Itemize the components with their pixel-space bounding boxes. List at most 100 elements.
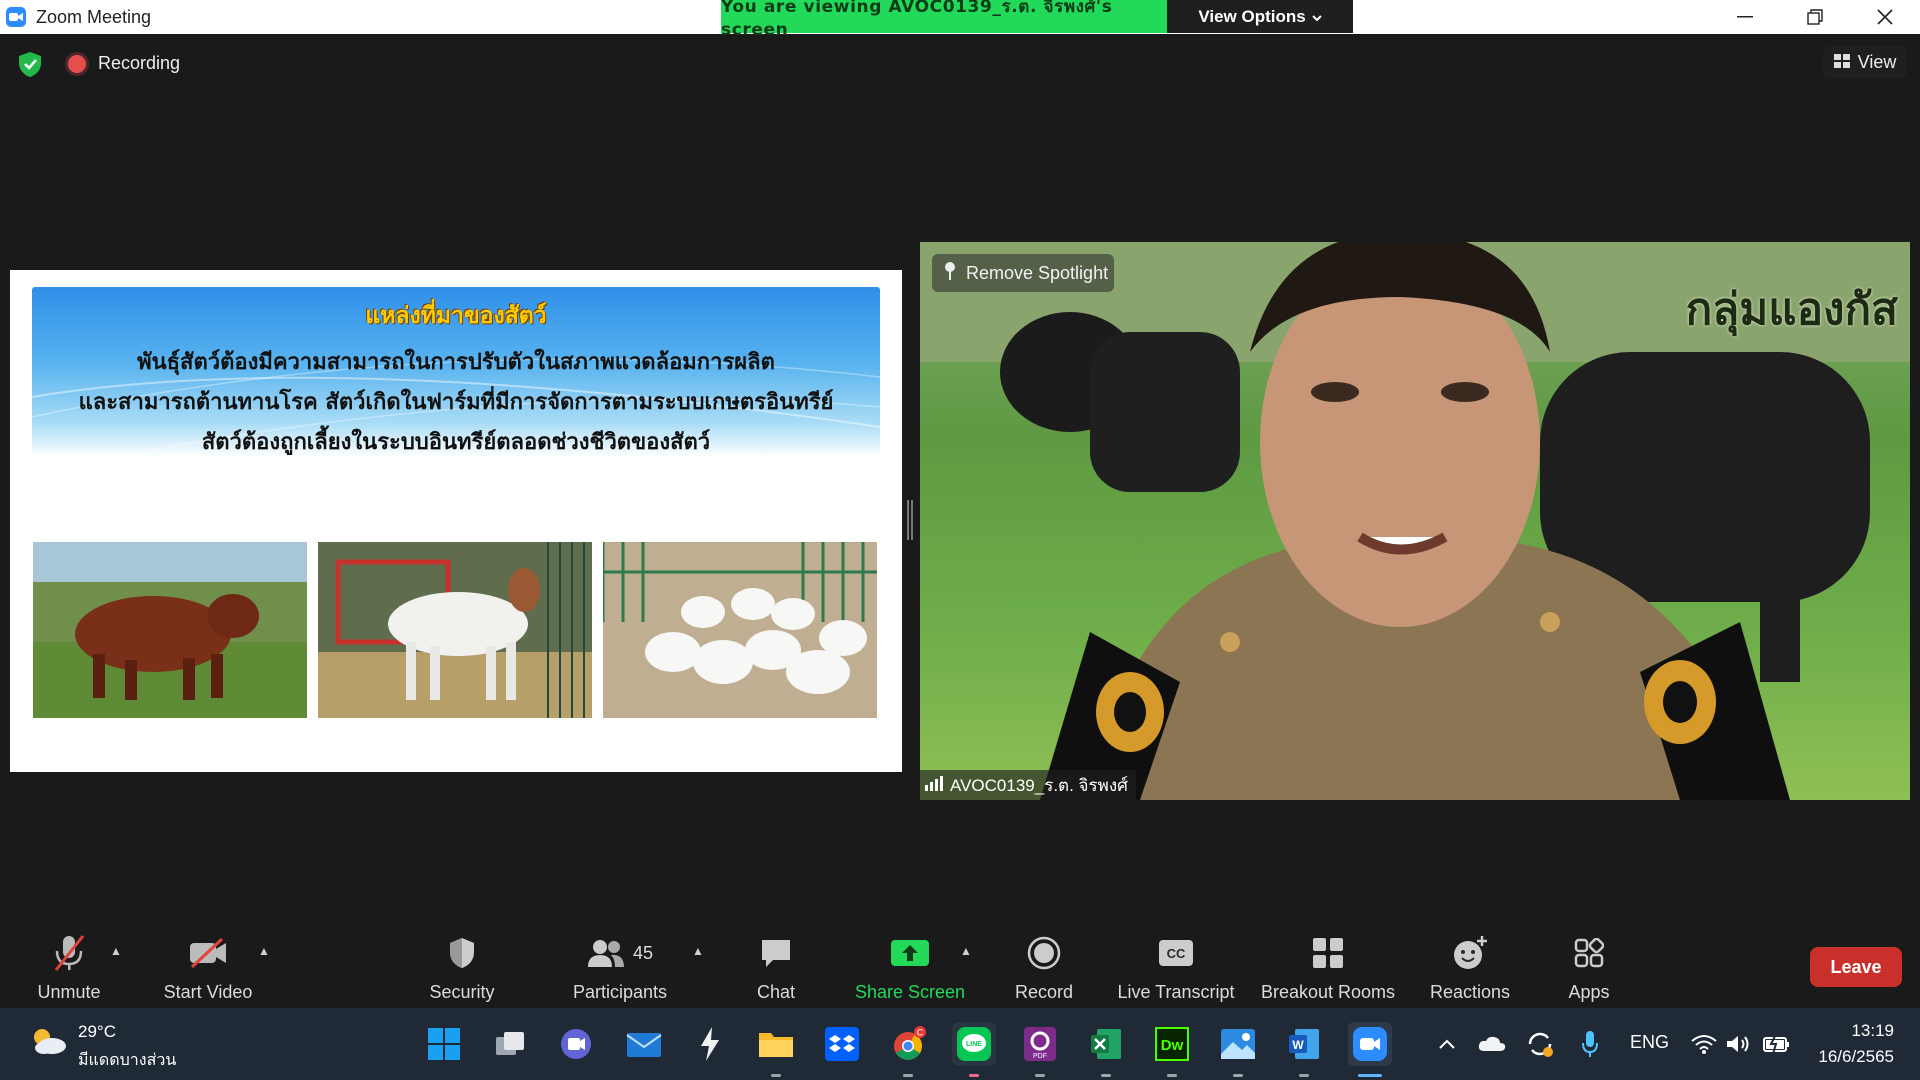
excel-icon[interactable] xyxy=(1084,1022,1128,1066)
running-indicator xyxy=(1035,1074,1045,1077)
close-icon xyxy=(1877,9,1893,25)
record-icon xyxy=(1027,932,1061,974)
view-label: View xyxy=(1857,51,1897,72)
goat-photo xyxy=(318,542,592,718)
unmute-button[interactable]: Unmute xyxy=(22,920,116,1008)
share-screen-icon xyxy=(890,932,930,974)
closed-caption-icon: CC xyxy=(1158,932,1194,974)
zoom-app-icon xyxy=(6,7,26,27)
pin-icon xyxy=(942,261,958,286)
chrome-badge: C xyxy=(917,1028,924,1038)
clock-time[interactable]: 13:19 xyxy=(1851,1021,1894,1041)
wifi-icon[interactable] xyxy=(1684,1022,1724,1066)
chevron-down-icon xyxy=(1311,7,1322,27)
chat-label: Chat xyxy=(756,982,796,1002)
sync-icon[interactable] xyxy=(1520,1022,1560,1066)
live-transcript-label: Live Transcript xyxy=(1117,982,1235,1002)
slide-text-line: และสามารถต้านทานโรค สัตว์เกิดในฟาร์มที่ม… xyxy=(78,389,834,415)
teams-chat-icon[interactable] xyxy=(554,1022,598,1066)
volume-icon[interactable] xyxy=(1720,1022,1756,1066)
minimize-icon xyxy=(1737,16,1753,18)
view-options-button[interactable]: View Options xyxy=(1167,0,1353,33)
weather-description[interactable]: มีแดดบางส่วน xyxy=(78,1048,176,1073)
security-shield-icon xyxy=(447,932,477,974)
mail-icon[interactable] xyxy=(622,1022,666,1066)
word-icon[interactable]: W xyxy=(1282,1022,1326,1066)
slide-text-line: สัตว์ต้องถูกเลี้ยงในระบบอินทรีย์ตลอดช่วง… xyxy=(201,429,711,455)
ducks-photo xyxy=(603,542,877,718)
photos-icon[interactable] xyxy=(1216,1022,1260,1066)
breakout-rooms-button[interactable]: Breakout Rooms xyxy=(1258,920,1398,1008)
participants-options-caret-icon[interactable]: ▲ xyxy=(692,944,704,958)
chevron-up-icon[interactable] xyxy=(1425,1022,1469,1066)
share-screen-button[interactable]: Share Screen xyxy=(852,920,968,1008)
chrome-icon[interactable]: C xyxy=(886,1022,930,1066)
running-indicator xyxy=(771,1074,781,1077)
svg-text:CC: CC xyxy=(1167,946,1186,961)
partly-sunny-icon[interactable] xyxy=(28,1026,68,1056)
reactions-smiley-icon xyxy=(1452,932,1488,974)
video-options-caret-icon[interactable]: ▲ xyxy=(258,944,270,958)
encryption-shield-icon[interactable] xyxy=(16,50,44,78)
clock-date[interactable]: 16/6/2565 xyxy=(1818,1047,1894,1067)
reactions-button[interactable]: Reactions xyxy=(1420,920,1520,1008)
onedrive-cloud-icon[interactable] xyxy=(1472,1022,1512,1066)
signal-strength-icon xyxy=(924,775,944,796)
share-options-caret-icon[interactable]: ▲ xyxy=(960,944,972,958)
recording-label: Recording xyxy=(98,53,181,73)
minimize-button[interactable] xyxy=(1710,0,1780,34)
dreamweaver-icon[interactable]: Dw xyxy=(1150,1022,1194,1066)
restore-button[interactable] xyxy=(1780,0,1850,34)
apps-label: Apps xyxy=(1568,982,1610,1002)
layout-splitter-handle[interactable] xyxy=(907,500,913,540)
zoom-taskbar-icon[interactable] xyxy=(1348,1022,1392,1066)
windows-start-icon[interactable] xyxy=(422,1022,466,1066)
running-indicator xyxy=(1233,1074,1243,1077)
remove-spotlight-button[interactable]: Remove Spotlight xyxy=(932,254,1114,292)
breakout-rooms-label: Breakout Rooms xyxy=(1260,982,1396,1002)
participants-count: 45 xyxy=(632,942,654,963)
dropbox-icon[interactable] xyxy=(820,1022,864,1066)
task-view-icon[interactable] xyxy=(488,1022,532,1066)
running-indicator xyxy=(903,1074,913,1077)
line-messenger-icon[interactable]: LINE xyxy=(952,1022,996,1066)
apps-button[interactable]: Apps xyxy=(1548,920,1630,1008)
participants-label: Participants xyxy=(572,982,668,1002)
microphone-icon[interactable] xyxy=(1570,1022,1610,1066)
svg-text:W: W xyxy=(1292,1038,1304,1052)
participants-icon: 45 xyxy=(587,932,653,974)
apps-icon xyxy=(1574,932,1604,974)
recording-icon xyxy=(68,55,86,73)
record-button[interactable]: Record xyxy=(1004,920,1084,1008)
shared-screen[interactable]: แหล่งที่มาของสัตว์ พันธุ์สัตว์ต้องมีความ… xyxy=(10,270,902,772)
security-button[interactable]: Security xyxy=(420,920,504,1008)
lightning-app-icon[interactable] xyxy=(688,1022,732,1066)
view-button[interactable]: View xyxy=(1823,46,1907,78)
window-title: Zoom Meeting xyxy=(36,6,152,27)
close-button[interactable] xyxy=(1850,0,1920,34)
running-indicator xyxy=(1101,1074,1111,1077)
file-explorer-icon[interactable] xyxy=(754,1022,798,1066)
pdf-app-icon[interactable]: PDF xyxy=(1018,1022,1062,1066)
svg-text:LINE: LINE xyxy=(966,1041,982,1048)
start-video-button[interactable]: Start Video xyxy=(156,920,260,1008)
battery-charging-icon[interactable] xyxy=(1756,1022,1796,1066)
spotlight-video-tile[interactable]: กลุ่มแองกัส Remove Spotlight AVOC0139_ร.… xyxy=(920,242,1910,800)
active-app-indicator xyxy=(1358,1074,1382,1077)
chat-button[interactable]: Chat xyxy=(738,920,814,1008)
live-transcript-button[interactable]: CC Live Transcript xyxy=(1112,920,1240,1008)
remove-spotlight-label: Remove Spotlight xyxy=(966,262,1109,283)
participants-button[interactable]: 45 Participants xyxy=(566,920,674,1008)
weather-temperature[interactable]: 29°C xyxy=(78,1022,116,1042)
video-off-icon xyxy=(188,932,228,974)
unmute-label: Unmute xyxy=(37,982,101,1002)
running-indicator xyxy=(1167,1074,1177,1077)
viewing-banner: You are viewing AVOC0139_ร.ต. จิรพงศ์'s … xyxy=(721,0,1167,40)
slide-title: แหล่งที่มาของสัตว์ xyxy=(365,303,547,329)
audio-options-caret-icon[interactable]: ▲ xyxy=(110,944,122,958)
restore-icon xyxy=(1807,9,1823,25)
participant-name: AVOC0139_ร.ต. จิรพงศ์ xyxy=(950,775,1128,795)
leave-button[interactable]: Leave xyxy=(1810,947,1902,987)
record-label: Record xyxy=(1014,982,1074,1002)
input-language[interactable]: ENG xyxy=(1630,1032,1669,1053)
